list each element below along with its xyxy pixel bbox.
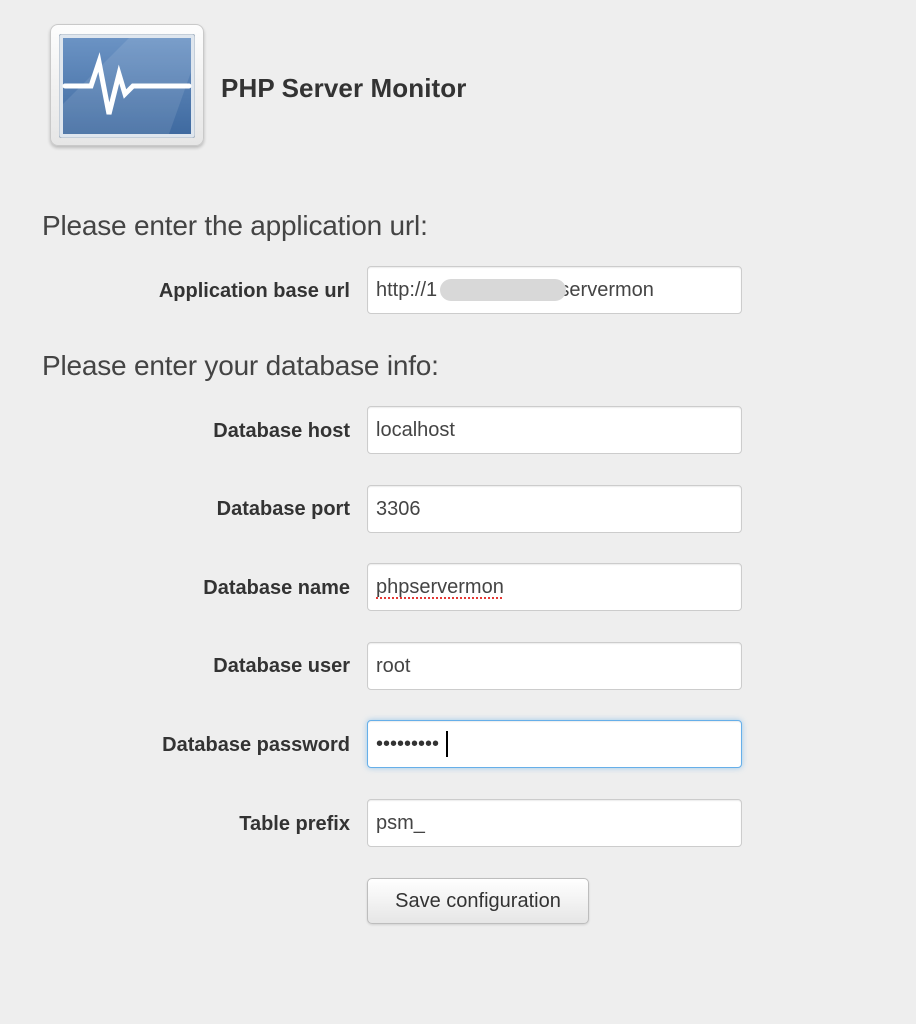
db-password-label: Database password xyxy=(162,734,350,756)
db-host-label: Database host xyxy=(213,420,350,442)
table-prefix-input[interactable] xyxy=(367,799,742,847)
database-section-heading: Please enter your database info: xyxy=(42,350,439,381)
table-prefix-label: Table prefix xyxy=(239,813,350,835)
app-logo xyxy=(50,24,204,146)
db-name-input[interactable]: phpservermon xyxy=(367,563,742,611)
db-user-label: Database user xyxy=(213,655,350,677)
text-caret xyxy=(446,731,448,757)
db-name-label: Database name xyxy=(203,577,350,599)
db-user-input[interactable] xyxy=(367,642,742,690)
base-url-label: Application base url xyxy=(158,280,350,302)
db-name-value: phpservermon xyxy=(376,576,504,598)
app-url-section-heading: Please enter the application url: xyxy=(42,210,428,241)
redacted-host-mask xyxy=(440,279,566,301)
server-monitor-logo-icon xyxy=(59,34,195,138)
app-title: PHP Server Monitor xyxy=(221,73,467,103)
db-host-input[interactable] xyxy=(367,406,742,454)
save-configuration-button[interactable]: Save configuration xyxy=(367,878,589,924)
db-password-value: ••••••••• xyxy=(376,733,440,755)
db-port-label: Database port xyxy=(216,498,350,520)
db-port-input[interactable] xyxy=(367,485,742,533)
